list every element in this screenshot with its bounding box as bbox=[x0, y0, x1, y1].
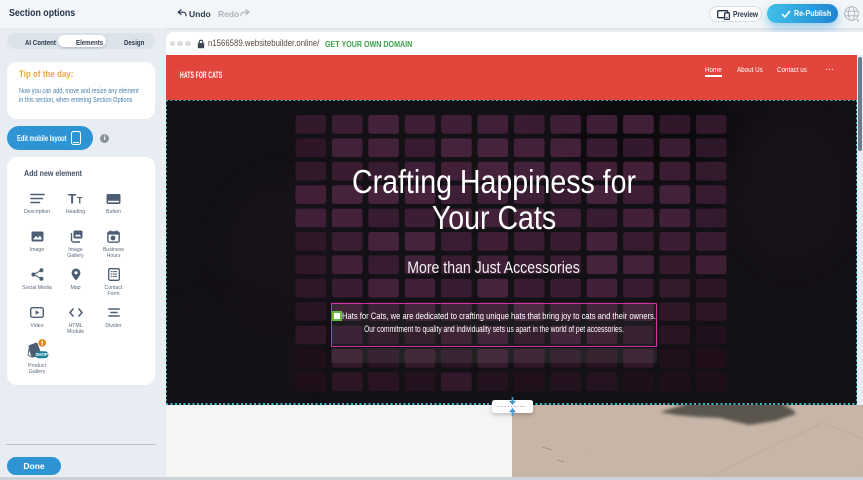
svg-text:T: T bbox=[68, 192, 77, 205]
svg-text:T: T bbox=[77, 196, 83, 206]
svg-text:SHOP: SHOP bbox=[35, 352, 48, 357]
